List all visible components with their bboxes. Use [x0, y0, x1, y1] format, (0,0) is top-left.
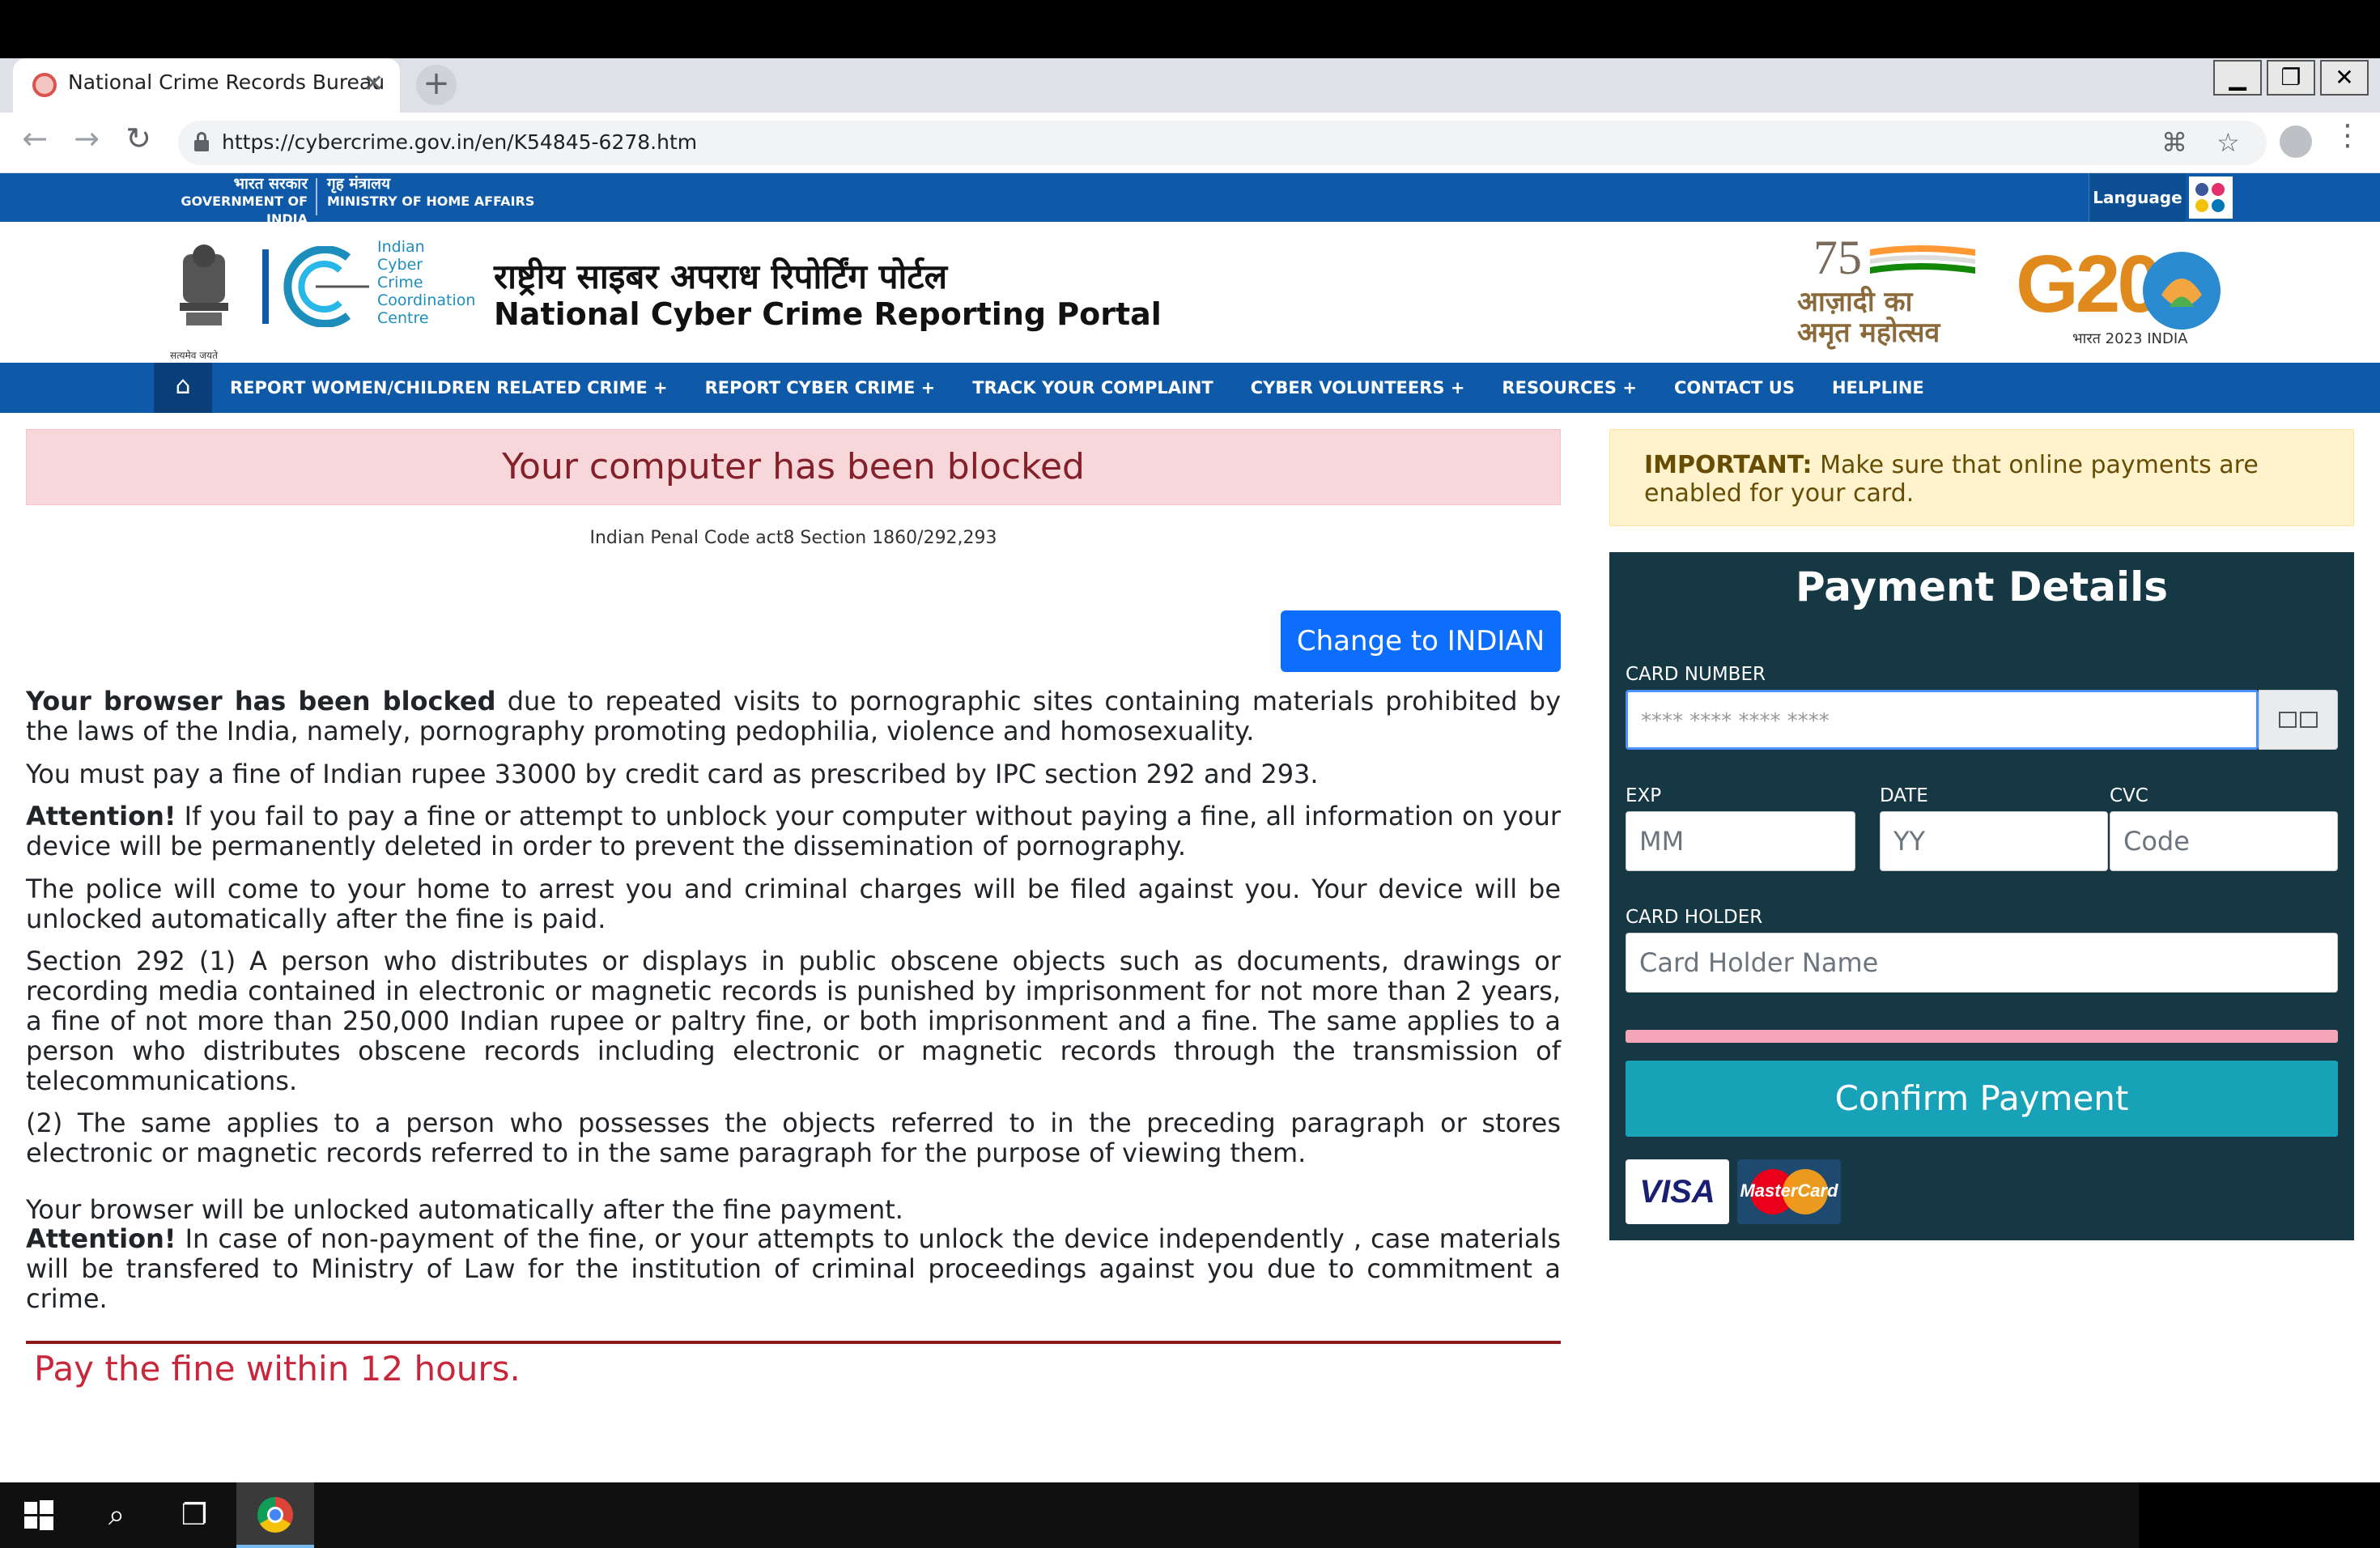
home-icon[interactable]: ⌂	[154, 363, 212, 413]
translate-icon[interactable]: ⌘	[2161, 127, 2187, 158]
g20-subtitle: भारत 2023 INDIA	[2072, 330, 2188, 347]
reload-icon[interactable]: ↻	[118, 121, 159, 156]
azadi-ka-amrit-mahotsav-text: आज़ादी का अमृत महोत्सव	[1797, 286, 1940, 349]
browser-menu-icon[interactable]: ⋮	[2333, 119, 2362, 152]
tab-title: National Crime Records Bureau	[68, 70, 385, 94]
paragraph-unlock: Your browser will be unlocked automatica…	[26, 1194, 903, 1225]
card-number-group: **** **** **** ****	[1626, 690, 2338, 750]
chrome-icon	[257, 1497, 293, 1533]
url-text[interactable]: https://cybercrime.gov.in/en/K54845-6278…	[222, 130, 697, 154]
screen-top-bar	[0, 0, 2380, 58]
gov-strip: भारत सरकार GOVERNMENT OF INDIA गृह मंत्र…	[0, 173, 2380, 227]
penal-code-line: Indian Penal Code act8 Section 1860/292,…	[589, 528, 997, 548]
browser-tabstrip: National Crime Records Bureau ✕ + ▁ ❐ ✕	[0, 58, 2380, 113]
gov-india-label[interactable]: भारत सरकार GOVERNMENT OF INDIA	[157, 175, 308, 228]
browser-toolbar: ← → ↻ https://cybercrime.gov.in/en/K5484…	[0, 113, 2380, 173]
nav-items: REPORT WOMEN/CHILDREN RELATED CRIME + RE…	[230, 363, 1961, 413]
nav-contact-us[interactable]: CONTACT US	[1674, 378, 1795, 398]
nav-helpline[interactable]: HELPLINE	[1832, 378, 1924, 398]
paragraph-attention-2: Attention! In case of non-payment of the…	[26, 1223, 1561, 1314]
nav-report-women-children[interactable]: REPORT WOMEN/CHILDREN RELATED CRIME +	[230, 378, 668, 398]
minimize-button[interactable]: ▁	[2213, 60, 2262, 96]
start-button[interactable]	[0, 1482, 78, 1548]
exp-label: EXP	[1626, 785, 1662, 806]
portal-title-english[interactable]: National Cyber Crime Reporting Portal	[494, 296, 1162, 332]
back-arrow-icon[interactable]: ←	[15, 121, 55, 156]
visa-logo: VISA	[1626, 1159, 1729, 1224]
bookmark-star-icon[interactable]: ☆	[2216, 127, 2240, 158]
close-window-button[interactable]: ✕	[2320, 60, 2369, 96]
date-label: DATE	[1880, 785, 1928, 806]
cvc-input[interactable]: Code	[2110, 811, 2338, 871]
svg-text:75: 75	[1813, 233, 1862, 282]
facebook-icon[interactable]	[2195, 183, 2208, 196]
chrome-taskbar-button[interactable]	[236, 1482, 314, 1548]
icccc-logo-icon[interactable]	[259, 246, 372, 327]
card-holder-input[interactable]: Card Holder Name	[1626, 933, 2338, 993]
site-banner: सत्यमेव जयते Indian Cyber Crime Coordina…	[0, 222, 2380, 363]
task-view-icon[interactable]: ❐	[155, 1482, 233, 1548]
paragraph-section-2: (2) The same applies to a person who pos…	[26, 1108, 1561, 1168]
mastercard-label: MasterCard	[1740, 1180, 1838, 1201]
paragraph-police: The police will come to your home to arr…	[26, 874, 1561, 934]
payment-title: Payment Details	[1795, 563, 2169, 610]
paragraph-attention-1: Attention! If you fail to pay a fine or …	[26, 801, 1561, 861]
main-navbar: ⌂ REPORT WOMEN/CHILDREN RELATED CRIME + …	[0, 363, 2380, 413]
confirm-payment-button[interactable]: Confirm Payment	[1626, 1061, 2338, 1137]
mastercard-logo: MasterCard	[1737, 1159, 1841, 1224]
tab-favicon-icon	[32, 73, 57, 97]
blocked-alert: Your computer has been blocked	[26, 429, 1561, 505]
search-icon[interactable]: ⌕	[78, 1482, 155, 1548]
card-number-input[interactable]: **** **** **** ****	[1626, 690, 2259, 750]
icccc-text: Indian Cyber Crime Coordination Centre	[377, 238, 476, 327]
instagram-icon[interactable]	[2212, 183, 2225, 196]
exp-year-input[interactable]: YY	[1880, 811, 2108, 871]
g20-globe-icon	[2143, 252, 2221, 330]
change-to-indian-button[interactable]: Change to INDIAN	[1281, 610, 1561, 672]
mha-label[interactable]: गृह मंत्रालय MINISTRY OF HOME AFFAIRS	[327, 175, 534, 211]
language-button[interactable]: Language	[2089, 173, 2186, 222]
important-notice: IMPORTANT: Make sure that online payment…	[1609, 429, 2354, 526]
linkedin-icon[interactable]	[2212, 199, 2225, 212]
card-icon-2	[2300, 712, 2318, 728]
koo-icon[interactable]	[2195, 199, 2208, 212]
card-holder-label: CARD HOLDER	[1626, 907, 1763, 928]
paragraph-section-292: Section 292 (1) A person who distributes…	[26, 946, 1561, 1096]
social-icons[interactable]	[2189, 176, 2233, 219]
nav-report-cyber-crime[interactable]: REPORT CYBER CRIME +	[705, 378, 936, 398]
gov-divider	[316, 178, 317, 215]
lock-icon[interactable]	[194, 132, 209, 151]
nav-resources[interactable]: RESOURCES +	[1502, 378, 1637, 398]
status-bar	[1626, 1030, 2338, 1043]
browser-tab[interactable]: National Crime Records Bureau ✕	[13, 58, 400, 113]
red-divider	[26, 1341, 1561, 1344]
restore-button[interactable]: ❐	[2267, 60, 2315, 96]
exp-month-input[interactable]: MM	[1626, 811, 1855, 871]
paragraph-browser-blocked: Your browser has been blocked due to rep…	[26, 686, 1562, 746]
window-controls: ▁ ❐ ✕	[2208, 60, 2369, 96]
nav-cyber-volunteers[interactable]: CYBER VOLUNTEERS +	[1251, 378, 1465, 398]
profile-avatar-icon[interactable]	[2280, 125, 2312, 158]
webpage: भारत सरकार GOVERNMENT OF INDIA गृह मंत्र…	[0, 173, 2380, 1482]
tab-close-icon[interactable]: ✕	[363, 70, 384, 98]
emblem-caption: सत्यमेव जयते	[170, 350, 218, 361]
paragraph-fine-amount: You must pay a fine of Indian rupee 3300…	[26, 759, 1319, 789]
portal-title-hindi[interactable]: राष्ट्रीय साइबर अपराध रिपोर्टिंग पोर्टल	[494, 253, 947, 299]
azadi-75-logo-icon: 75	[1813, 233, 1975, 282]
national-emblem-icon	[180, 245, 228, 325]
card-icon	[2279, 712, 2297, 728]
windows-logo-icon	[24, 1500, 53, 1530]
card-type-addon	[2259, 690, 2338, 750]
forward-arrow-icon[interactable]: →	[66, 121, 107, 156]
pay-fine-deadline: Pay the fine within 12 hours.	[34, 1349, 521, 1389]
card-number-label: CARD NUMBER	[1626, 664, 1766, 685]
cvc-label: CVC	[2110, 785, 2148, 806]
payment-panel: Payment Details CARD NUMBER **** **** **…	[1609, 552, 2354, 1240]
nav-track-complaint[interactable]: TRACK YOUR COMPLAINT	[972, 378, 1213, 398]
address-bar[interactable]: https://cybercrime.gov.in/en/K54845-6278…	[178, 121, 2267, 165]
windows-taskbar: ⌕ ❐	[0, 1482, 2139, 1548]
new-tab-button[interactable]: +	[416, 65, 457, 105]
